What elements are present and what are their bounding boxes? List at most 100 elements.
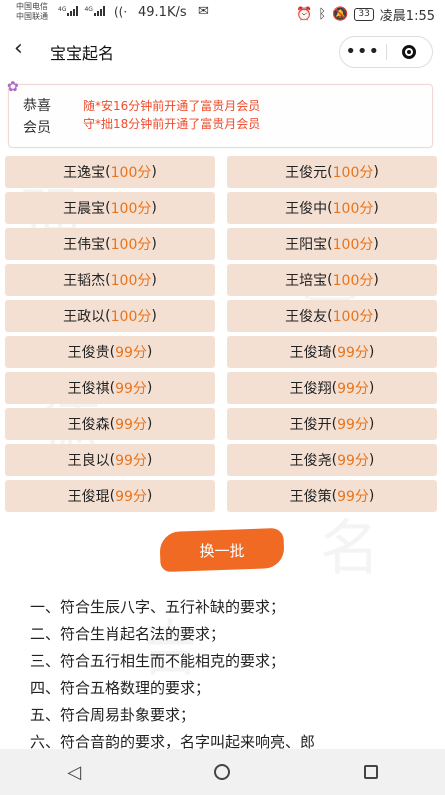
name-text: 王伟宝 — [63, 237, 106, 253]
name-score: 100分 — [332, 201, 374, 217]
mute-icon: 🔕 — [332, 7, 349, 22]
name-score: 99分 — [115, 417, 147, 433]
swap-batch-button[interactable]: 换一批 — [159, 527, 285, 573]
requirement-item: 四、符合五格数理的要求； — [30, 679, 211, 697]
name-score: 99分 — [337, 489, 369, 505]
nav-bar: ‹ 宝宝起名 ••• — [0, 26, 445, 76]
name-text: 王逸宝 — [63, 165, 106, 181]
name-text: 王俊祺 — [67, 381, 110, 397]
name-score: 100分 — [332, 237, 374, 253]
name-text: 王俊琦 — [289, 345, 332, 361]
name-text: 王俊策 — [289, 489, 332, 505]
flower-icon: ✿ — [7, 79, 19, 95]
name-text: 王俊开 — [289, 417, 332, 433]
signal-2-icon: 4G — [84, 6, 105, 16]
name-card[interactable]: 王俊翔(99分) — [227, 372, 437, 404]
network-speed: 49.1K/s — [138, 5, 187, 20]
home-circle-icon[interactable] — [202, 757, 242, 787]
name-card[interactable]: 王晨宝(100分) — [5, 192, 215, 224]
name-card[interactable]: 王伟宝(100分) — [5, 228, 215, 260]
name-score: 99分 — [115, 453, 147, 469]
alarm-icon: ⏰ — [296, 7, 313, 22]
name-text: 王俊友 — [285, 309, 328, 325]
name-grid: 王逸宝(100分) 王俊元(100分) 王晨宝(100分) 王俊中(100分) … — [5, 156, 437, 512]
page-title: 宝宝起名 — [50, 44, 115, 63]
name-card[interactable]: 王俊贵(99分) — [5, 336, 215, 368]
chevron-left-icon[interactable]: ‹ — [14, 36, 23, 61]
name-text: 王政以 — [63, 309, 106, 325]
name-card[interactable]: 王俊策(99分) — [227, 480, 437, 512]
name-score: 99分 — [337, 345, 369, 361]
notice-label: 恭喜会员 — [23, 98, 51, 136]
name-card[interactable]: 王良以(99分) — [5, 444, 215, 476]
name-text: 王俊翔 — [289, 381, 332, 397]
requirement-item: 二、符合生肖起名法的要求； — [30, 625, 226, 643]
name-score: 100分 — [332, 165, 374, 181]
bluetooth-icon: ᛒ — [318, 7, 327, 22]
status-right: ⏰ ᛒ 🔕 33 凌晨1:55 — [296, 5, 435, 24]
name-text: 王培宝 — [285, 273, 328, 289]
name-card[interactable]: 王俊琨(99分) — [5, 480, 215, 512]
name-card[interactable]: 王俊尧(99分) — [227, 444, 437, 476]
name-score: 100分 — [110, 273, 152, 289]
name-text: 王俊琨 — [67, 489, 110, 505]
network-type-1: 4G — [58, 6, 67, 13]
name-score: 99分 — [337, 453, 369, 469]
name-score: 100分 — [110, 201, 152, 217]
name-score: 100分 — [110, 237, 152, 253]
name-score: 99分 — [115, 381, 147, 397]
network-type-2: 4G — [84, 6, 93, 13]
name-text: 王阳宝 — [285, 237, 328, 253]
name-card[interactable]: 王逸宝(100分) — [5, 156, 215, 188]
requirement-item: 一、符合生辰八字、五行补缺的要求； — [30, 598, 286, 616]
status-bar: 中国电信 中国联通 4G 4G ((· 49.1K/s ✉ ⏰ ᛒ 🔕 33 凌… — [0, 0, 445, 26]
swap-batch-label: 换一批 — [199, 541, 245, 560]
name-card[interactable]: 王俊琦(99分) — [227, 336, 437, 368]
name-card[interactable]: 王俊元(100分) — [227, 156, 437, 188]
carrier-1: 中国电信 — [16, 2, 48, 11]
name-card[interactable]: 王俊祺(99分) — [5, 372, 215, 404]
system-nav-bar: ◁ — [0, 749, 445, 795]
name-card[interactable]: 王俊开(99分) — [227, 408, 437, 440]
name-card[interactable]: 王韬杰(100分) — [5, 264, 215, 296]
name-text: 王韬杰 — [63, 273, 106, 289]
name-text: 王俊森 — [67, 417, 110, 433]
name-score: 99分 — [337, 417, 369, 433]
name-text: 王俊尧 — [289, 453, 332, 469]
name-card[interactable]: 王培宝(100分) — [227, 264, 437, 296]
name-card[interactable]: 王俊森(99分) — [5, 408, 215, 440]
name-card[interactable]: 王俊友(100分) — [227, 300, 437, 332]
signal-icons: 4G 4G — [58, 6, 105, 16]
notice-lines: 随*安16分钟前开通了富贵月会员 守*拙18分钟前开通了富贵月会员 — [83, 97, 260, 133]
mini-program-capsule: ••• — [339, 36, 433, 68]
name-card[interactable]: 王俊中(100分) — [227, 192, 437, 224]
name-score: 100分 — [110, 309, 152, 325]
name-text: 王俊元 — [285, 165, 328, 181]
name-score: 99分 — [115, 489, 147, 505]
requirements-list: 一、符合生辰八字、五行补缺的要求； 二、符合生肖起名法的要求； 三、符合五行相生… — [30, 594, 430, 756]
name-text: 王俊中 — [285, 201, 328, 217]
name-text: 王良以 — [67, 453, 110, 469]
name-card[interactable]: 王政以(100分) — [5, 300, 215, 332]
wechat-icon: ✉ — [198, 4, 209, 19]
more-icon[interactable]: ••• — [340, 43, 386, 61]
close-icon[interactable] — [387, 45, 433, 59]
requirement-item: 三、符合五行相生而不能相克的要求； — [30, 652, 286, 670]
clock: 凌晨1:55 — [379, 9, 435, 24]
carrier-info: 中国电信 中国联通 — [16, 2, 48, 22]
requirement-item: 五、符合周易卦象要求； — [30, 706, 196, 724]
wifi-icon: ((· — [114, 5, 128, 19]
signal-1-icon: 4G — [58, 6, 79, 16]
battery-icon: 33 — [354, 8, 374, 21]
name-text: 王俊贵 — [67, 345, 110, 361]
back-triangle-icon[interactable]: ◁ — [54, 757, 94, 787]
name-card[interactable]: 王阳宝(100分) — [227, 228, 437, 260]
member-notice: ✿ 恭喜会员 随*安16分钟前开通了富贵月会员 守*拙18分钟前开通了富贵月会员 — [7, 79, 433, 148]
name-score: 99分 — [115, 345, 147, 361]
name-text: 王晨宝 — [63, 201, 106, 217]
name-score: 99分 — [337, 381, 369, 397]
notice-line: 守*拙18分钟前开通了富贵月会员 — [83, 117, 261, 131]
name-score: 100分 — [332, 273, 374, 289]
recent-apps-icon[interactable] — [351, 757, 391, 787]
name-score: 100分 — [332, 309, 374, 325]
